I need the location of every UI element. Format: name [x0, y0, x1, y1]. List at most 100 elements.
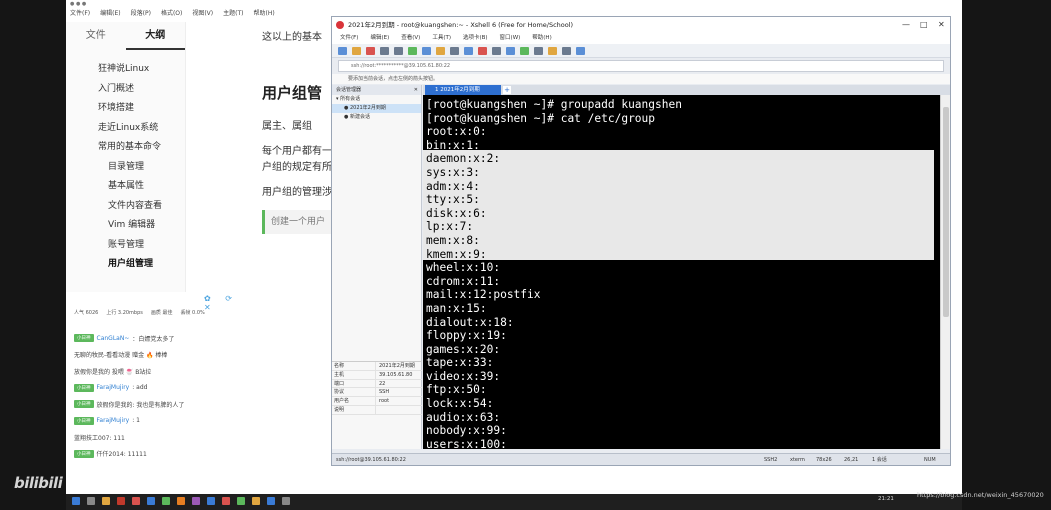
taskbar-app-icon[interactable]: [207, 497, 215, 505]
stream-stats: 人气 6026 上行 3.20mbps 画质 最佳 丢帧 0.0%: [74, 309, 205, 316]
keyboard-icon[interactable]: [548, 46, 557, 55]
typora-menu-format[interactable]: 格式(O): [161, 8, 182, 20]
terminal-line: tty:x:5:: [426, 193, 480, 207]
menu-edit[interactable]: 编辑(E): [370, 33, 389, 44]
typora-menu-theme[interactable]: 主题(T): [223, 8, 243, 20]
compose-icon[interactable]: [506, 46, 515, 55]
outline-item[interactable]: 账号管理: [66, 236, 185, 256]
add-tab-button[interactable]: +: [503, 86, 511, 94]
taskbar-app-icon[interactable]: [102, 497, 110, 505]
terminal-line: daemon:x:2:: [426, 152, 501, 166]
taskbar-app-icon[interactable]: [87, 497, 95, 505]
property-row: 主机 39.105.61.80: [332, 370, 422, 380]
terminal-line: cdrom:x:11:: [426, 274, 501, 288]
taskbar: 21:21: [66, 494, 962, 510]
taskbar-app-icon[interactable]: [237, 497, 245, 505]
taskbar-app-icon[interactable]: [117, 497, 125, 505]
windows-start-icon[interactable]: [72, 497, 80, 505]
outline-item[interactable]: 狂神说Linux: [66, 60, 185, 80]
terminal[interactable]: [root@kuangshen ~]# groupadd kuangshen [r…: [423, 95, 940, 449]
typora-menu-help[interactable]: 帮助(H): [254, 8, 275, 20]
disconnect-icon[interactable]: [366, 46, 375, 55]
chat-username[interactable]: FarajMujiry: [97, 417, 130, 424]
typora-menu-view[interactable]: 视图(V): [192, 8, 213, 20]
taskbar-app-icon[interactable]: [252, 497, 260, 505]
taskbar-app-icon[interactable]: [222, 497, 230, 505]
chat-message: 小日神 仟仟2014: 11111: [74, 446, 246, 463]
taskbar-app-icon[interactable]: [282, 497, 290, 505]
status-size: 78x26: [816, 457, 832, 463]
chat-toolbar-icons[interactable]: ✿ ⟳ ✕: [204, 294, 248, 312]
outline-item[interactable]: 用户组管理: [66, 255, 185, 275]
fullscreen-icon[interactable]: [436, 46, 445, 55]
taskbar-app-icon[interactable]: [132, 497, 140, 505]
color-icon[interactable]: [464, 46, 473, 55]
font-icon[interactable]: [450, 46, 459, 55]
session-item-current[interactable]: ● 2021年2月到期: [332, 104, 421, 113]
menu-view[interactable]: 查看(V): [401, 33, 420, 44]
screen: ● ● ● 文件(F) 编辑(E) 段落(P) 格式(O) 视图(V) 主题(T…: [0, 0, 1051, 510]
address-bar[interactable]: ssh://root:***********@39.105.61.80:22: [338, 60, 944, 72]
tunnel-icon[interactable]: [520, 46, 529, 55]
status-connection: ssh://root@39.105.61.80:22: [336, 457, 406, 463]
terminal-tab[interactable]: 1 2021年2月到期: [425, 85, 501, 95]
taskbar-app-icon[interactable]: [267, 497, 275, 505]
stat-quality: 画质 最佳: [150, 310, 173, 316]
chat-username[interactable]: CanGLaN~: [97, 335, 130, 342]
xshell-titlebar: 2021年2月到期 - root@kuangshen:~ - Xshell 6 …: [332, 17, 950, 33]
outline-item[interactable]: 目录管理: [66, 158, 185, 178]
property-key: 协议: [332, 388, 376, 397]
tab-file[interactable]: 文件: [66, 22, 126, 50]
typora-titlebar: ● ● ●: [70, 1, 87, 7]
outline-item[interactable]: 文件内容查看: [66, 197, 185, 217]
paragraph: 属主、属组: [262, 121, 312, 132]
outline-item[interactable]: 常用的基本命令: [66, 138, 185, 158]
taskbar-app-icon[interactable]: [192, 497, 200, 505]
outline-item[interactable]: 基本属性: [66, 177, 185, 197]
property-row: 名称 2021年2月到期: [332, 362, 422, 371]
status-sessions: 1 会话: [872, 457, 887, 463]
copy-icon[interactable]: [380, 46, 389, 55]
taskbar-app-icon[interactable]: [177, 497, 185, 505]
session-item-new[interactable]: ● 新建会话: [332, 113, 421, 122]
settings-icon[interactable]: [576, 46, 585, 55]
open-folder-icon[interactable]: [352, 46, 361, 55]
sidebar-tabs: 文件 大纲: [66, 22, 185, 50]
transfer-icon[interactable]: [478, 46, 487, 55]
lock-icon[interactable]: [534, 46, 543, 55]
script-icon[interactable]: [492, 46, 501, 55]
tab-outline[interactable]: 大纲: [125, 22, 185, 50]
menu-tools[interactable]: 工具(T): [432, 33, 451, 44]
outline-item[interactable]: 走近Linux系统: [66, 119, 185, 139]
taskbar-app-icon[interactable]: [162, 497, 170, 505]
status-num: NUM: [924, 457, 936, 463]
new-session-icon[interactable]: [338, 46, 347, 55]
menu-file[interactable]: 文件(F): [340, 33, 358, 44]
typora-menu-edit[interactable]: 编辑(E): [100, 8, 120, 20]
terminal-line: man:x:15:: [426, 301, 487, 315]
outline-item[interactable]: Vim 编辑器: [66, 216, 185, 236]
close-panel-icon[interactable]: ✕: [414, 85, 418, 95]
terminal-scrollbar[interactable]: [940, 95, 950, 449]
close-button[interactable]: ✕: [938, 17, 945, 33]
fan-badge: 小日神: [74, 416, 94, 425]
session-folder-all[interactable]: ▾ 所有会话: [332, 95, 421, 104]
help-icon[interactable]: [562, 46, 571, 55]
maximize-button[interactable]: □: [920, 17, 928, 33]
chat-username[interactable]: FarajMujiry: [97, 384, 130, 391]
outline-item[interactable]: 环境搭建: [66, 99, 185, 119]
minimize-button[interactable]: —: [902, 17, 910, 33]
taskbar-app-icon[interactable]: [147, 497, 155, 505]
terminal-line: users:x:100:: [426, 437, 507, 449]
menu-help[interactable]: 帮助(H): [532, 33, 551, 44]
paste-icon[interactable]: [394, 46, 403, 55]
terminal-line: [root@kuangshen ~]# cat /etc/group: [426, 111, 656, 125]
menu-window[interactable]: 窗口(W): [500, 33, 521, 44]
menu-tab[interactable]: 选项卡(B): [463, 33, 488, 44]
find-icon[interactable]: [408, 46, 417, 55]
outline-item[interactable]: 入门概述: [66, 80, 185, 100]
typora-menu-paragraph[interactable]: 段落(P): [131, 8, 151, 20]
scrollbar-thumb[interactable]: [943, 107, 949, 317]
properties-icon[interactable]: [422, 46, 431, 55]
typora-menu-file[interactable]: 文件(F): [70, 8, 90, 20]
